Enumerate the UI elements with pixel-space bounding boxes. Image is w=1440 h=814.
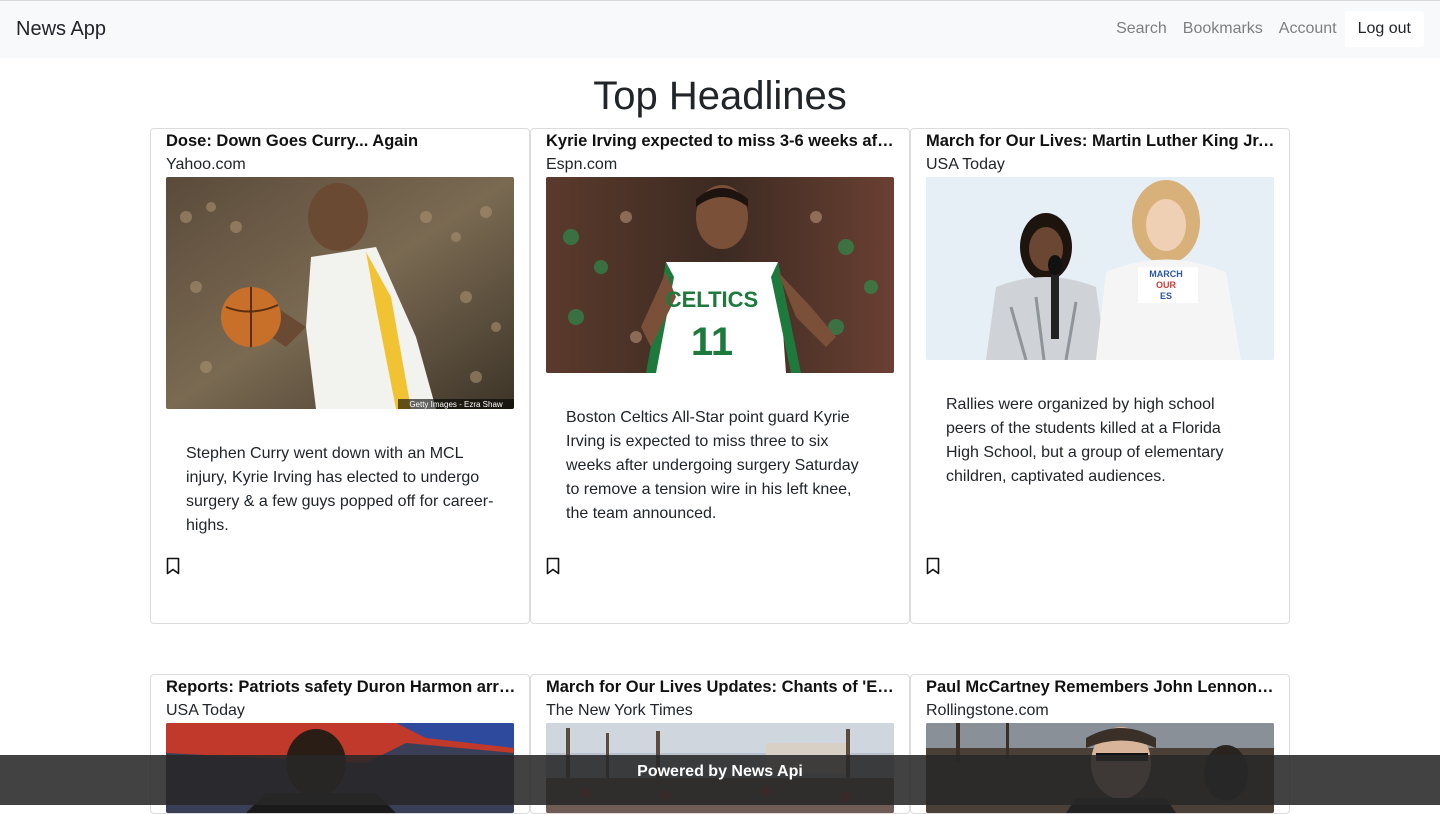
nav-links: Search Bookmarks Account Log out (1108, 11, 1424, 47)
article-card: Kyrie Irving expected to miss 3-6 weeks … (530, 128, 910, 624)
article-title[interactable]: March for Our Lives: Martin Luther King … (926, 132, 1276, 151)
navbar: News App Search Bookmarks Account Log ou… (0, 0, 1440, 58)
article-card: Dose: Down Goes Curry... Again Yahoo.com (150, 128, 530, 624)
shirt-text-3: ES (1160, 291, 1172, 301)
article-description: Stephen Curry went down with an MCL inju… (186, 445, 494, 534)
nav-link-account[interactable]: Account (1271, 12, 1345, 46)
article-title[interactable]: Kyrie Irving expected to miss 3-6 weeks … (546, 132, 896, 151)
article-description: Boston Celtics All-Star point guard Kyri… (566, 409, 859, 522)
article-source: Yahoo.com (166, 156, 246, 173)
article-title[interactable]: Paul McCartney Remembers John Lennon at … (926, 678, 1276, 697)
article-source: The New York Times (546, 702, 693, 719)
article-title[interactable]: March for Our Lives Updates: Chants of '… (546, 678, 896, 697)
bookmark-icon[interactable] (926, 557, 940, 575)
article-image[interactable]: MARCH OUR ES (926, 177, 1274, 360)
article-source: USA Today (166, 702, 245, 719)
article-source: USA Today (926, 156, 1005, 173)
jersey-text: CELTICS (666, 287, 758, 312)
article-image[interactable]: Getty Images - Ezra Shaw (166, 177, 514, 409)
nav-link-search[interactable]: Search (1108, 12, 1175, 46)
page-title: Top Headlines (593, 74, 847, 118)
nav-link-bookmarks[interactable]: Bookmarks (1175, 12, 1271, 46)
article-card: March for Our Lives: Martin Luther King … (910, 128, 1290, 624)
shirt-text-1: MARCH (1149, 269, 1183, 279)
bookmark-icon[interactable] (546, 557, 560, 575)
article-description: Rallies were organized by high school pe… (946, 396, 1224, 485)
article-source: Espn.com (546, 156, 618, 173)
article-image[interactable]: CELTICS 11 (546, 177, 894, 373)
article-title[interactable]: Reports: Patriots safety Duron Harmon ar… (166, 678, 516, 697)
brand-link[interactable]: News App (16, 18, 106, 41)
image-caption: Getty Images - Ezra Shaw (409, 400, 503, 409)
logout-button[interactable]: Log out (1344, 11, 1424, 47)
shirt-text-2: OUR (1156, 280, 1177, 290)
footer: Powered by News Api (0, 755, 1440, 805)
footer-text: Powered by News Api (637, 763, 803, 780)
bookmark-icon[interactable] (166, 557, 180, 575)
jersey-number: 11 (691, 320, 733, 364)
article-source: Rollingstone.com (926, 702, 1049, 719)
article-title[interactable]: Dose: Down Goes Curry... Again (166, 132, 516, 151)
